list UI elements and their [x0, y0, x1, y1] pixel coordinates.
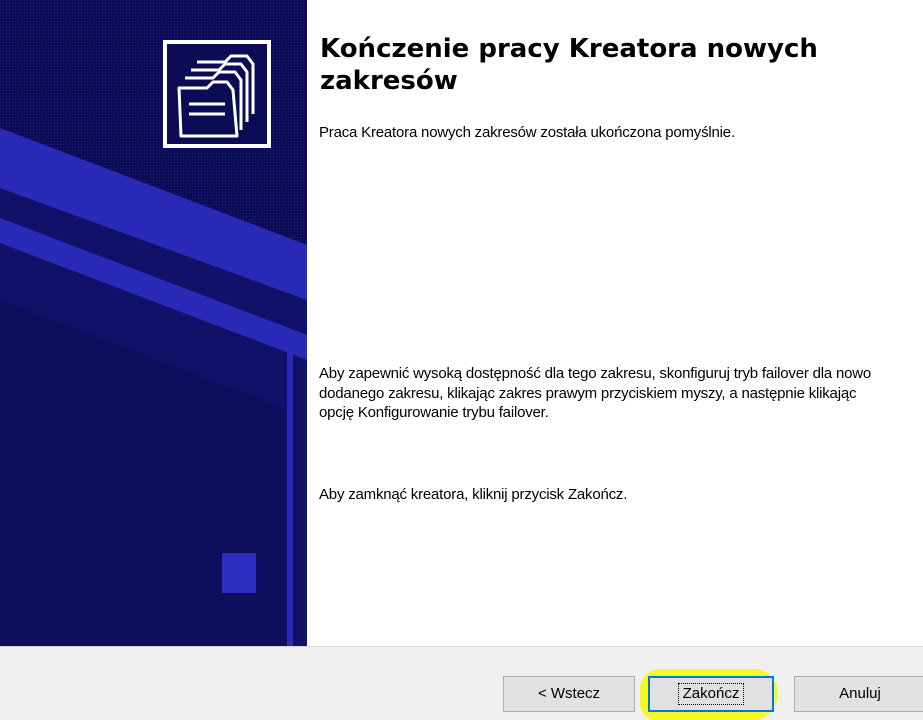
completion-message: Praca Kreatora nowych zakresów została u…: [319, 124, 735, 141]
page-title: Kończenie pracy Kreatora nowych zakresów: [320, 34, 818, 96]
back-button[interactable]: < Wstecz: [503, 676, 635, 712]
wizard-content: Kończenie pracy Kreatora nowych zakresów…: [307, 0, 923, 646]
failover-instructions: Aby zapewnić wysoką dostępność dla tego …: [319, 365, 872, 421]
close-instructions: Aby zamknąć kreatora, kliknij przycisk Z…: [319, 486, 628, 503]
cancel-button[interactable]: Anuluj: [794, 676, 923, 712]
new-scope-wizard-window: Kończenie pracy Kreatora nowych zakresów…: [0, 0, 923, 720]
finish-button[interactable]: Zakończ: [648, 676, 774, 712]
wizard-button-bar: < Wstecz Zakończ Anuluj: [0, 646, 923, 720]
wizard-banner: [0, 0, 307, 646]
finish-button-label: Zakończ: [677, 683, 745, 705]
folders-icon: [163, 40, 271, 148]
